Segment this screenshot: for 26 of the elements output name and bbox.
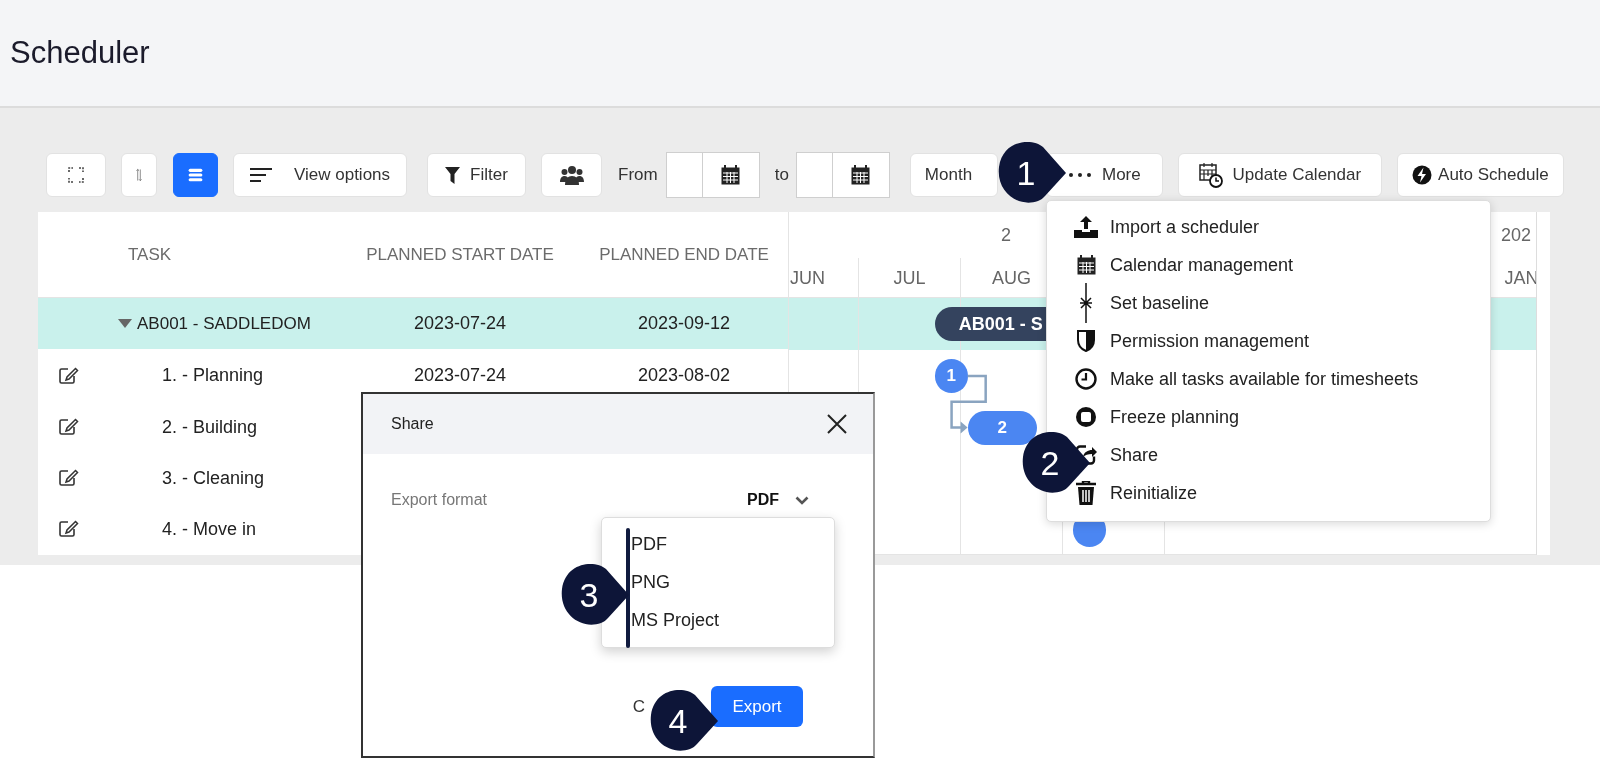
year-label: 202 — [1501, 224, 1532, 245]
task-name: 3. - Cleaning — [162, 466, 265, 490]
field-label: Export format — [391, 490, 488, 510]
date-cell: 2023-07-24 — [413, 365, 507, 385]
dialog-title: Share — [391, 414, 434, 434]
task-name: AB001 - SADDLEDOM — [137, 312, 311, 335]
to-label: to — [774, 164, 789, 187]
column-header: PLANNED END DATE — [599, 245, 769, 264]
step-callout-tooltip: 3 — [561, 562, 629, 628]
step-callout-tooltip: 1 — [998, 140, 1066, 206]
date-cell: 2023-08-02 — [637, 365, 731, 385]
date-cell: 2023-09-12 — [637, 313, 731, 333]
step-callout-tooltip: 4 — [650, 688, 718, 754]
page-title: Scheduler — [10, 34, 150, 72]
column-header: TASK — [128, 243, 172, 266]
step-callout-tooltip: 2 — [1022, 430, 1090, 496]
from-label: From — [618, 164, 658, 187]
date-cell: 2023-07-24 — [413, 313, 507, 333]
year-label: 2 — [1001, 224, 1011, 245]
task-name: 4. - Move in — [162, 517, 257, 541]
task-name: 2. - Building — [162, 415, 258, 439]
task-name: 1. - Planning — [162, 364, 264, 387]
month-label: AUG — [992, 268, 1031, 288]
month-label: JUN — [790, 268, 825, 288]
column-header: PLANNED START DATE — [366, 245, 554, 264]
month-label: JUL — [893, 268, 926, 288]
